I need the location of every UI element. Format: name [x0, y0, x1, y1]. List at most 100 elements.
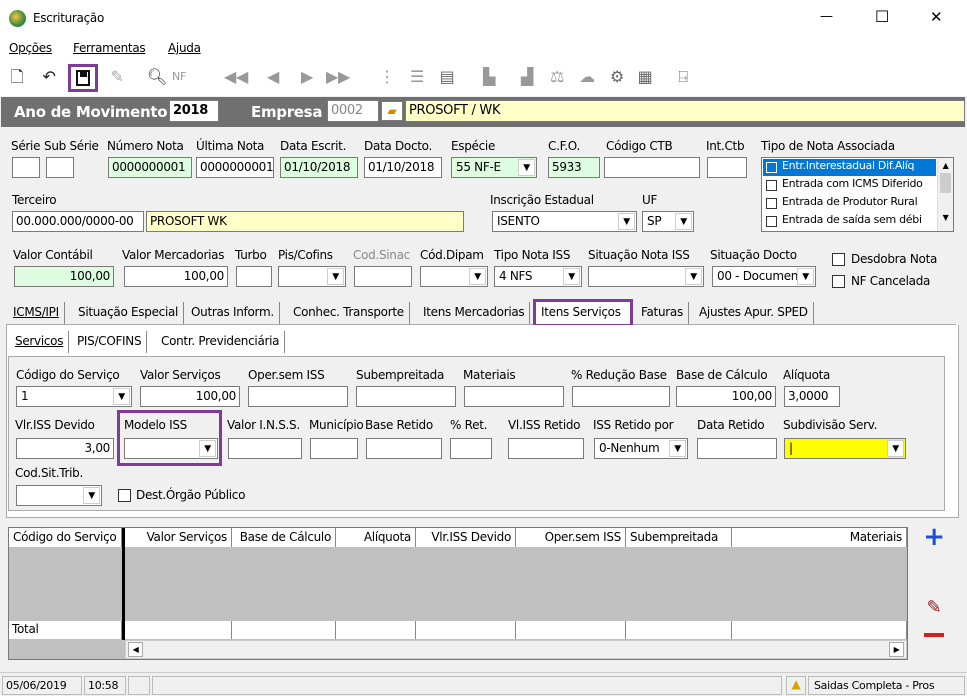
- subtab-servicos[interactable]: Servicos: [10, 331, 70, 353]
- list-checkbox[interactable]: [766, 198, 777, 209]
- year-field[interactable]: 2018: [169, 100, 219, 122]
- dtdocto-field[interactable]: 01/10/2018: [364, 157, 442, 178]
- last-icon[interactable]: ▶▶: [326, 66, 350, 88]
- subemp-field[interactable]: [356, 386, 456, 407]
- subserie-field[interactable]: [46, 157, 74, 178]
- grid-hscrollbar[interactable]: ◀ ▶: [125, 640, 907, 659]
- cloud-icon[interactable]: ☁: [576, 66, 598, 88]
- codserv-select[interactable]: 1 ▼: [16, 386, 132, 407]
- tree-icon[interactable]: ⋮: [376, 66, 398, 88]
- tab-itens-mercadorias[interactable]: Itens Mercadorias: [418, 302, 531, 324]
- dtretido-field[interactable]: [697, 438, 777, 459]
- list-icon[interactable]: ☰: [406, 66, 428, 88]
- minimize-button[interactable]: —: [820, 9, 833, 24]
- basecalc-field[interactable]: 100,00: [676, 386, 776, 407]
- menu-ferramentas[interactable]: Ferramentas: [73, 41, 146, 55]
- tab-icms-ipi[interactable]: ICMS/IPI: [8, 302, 65, 324]
- tool-icon[interactable]: ✎: [106, 66, 128, 88]
- folder-icon[interactable]: ▰: [381, 101, 403, 121]
- list-item[interactable]: Entrada de Produtor Rural: [763, 195, 936, 212]
- tiponotaiss-select[interactable]: 4 NFS ▼: [494, 266, 582, 287]
- serie-field[interactable]: [12, 157, 40, 178]
- list-item[interactable]: Entrada com ICMS Diferido: [763, 177, 936, 194]
- list-checkbox[interactable]: [766, 162, 777, 173]
- pret-field[interactable]: [450, 438, 492, 459]
- vlissretido-field[interactable]: [508, 438, 584, 459]
- intctb-field[interactable]: [707, 157, 747, 178]
- grid-header[interactable]: Alíquota: [336, 528, 416, 547]
- sitnotaiss-select[interactable]: ▼: [588, 266, 704, 287]
- grid-header[interactable]: Base de Cálculo: [232, 528, 336, 547]
- truck-icon[interactable]: ▟: [516, 66, 538, 88]
- valinss-field[interactable]: [228, 438, 302, 459]
- new-document-icon[interactable]: 🗋: [6, 66, 28, 88]
- terceiro-code-field[interactable]: 00.000.000/0000-00: [12, 211, 144, 232]
- preview-icon[interactable]: 🔍︎: [146, 66, 168, 88]
- table-icon[interactable]: ▦: [634, 66, 656, 88]
- maximize-button[interactable]: ☐: [875, 7, 889, 26]
- scroll-left-icon[interactable]: ◀: [128, 642, 143, 657]
- sitdocto-select[interactable]: 00 - Documen ▼: [712, 266, 816, 287]
- uf-select[interactable]: SP ▼: [642, 211, 694, 232]
- tipo-nota-list[interactable]: Entr.Interestadual Dif.Alíq Entrada com …: [761, 157, 954, 232]
- tab-ajustes-sped[interactable]: Ajustes Apur. SPED: [694, 302, 814, 324]
- nfe-icon[interactable]: NF: [168, 66, 190, 88]
- remove-row-icon[interactable]: [924, 633, 944, 637]
- tab-faturas[interactable]: Faturas: [636, 302, 689, 324]
- nfcancelada-checkbox[interactable]: [832, 275, 845, 288]
- codctb-field[interactable]: [604, 157, 700, 178]
- grid-header[interactable]: Materiais: [732, 528, 907, 547]
- numnota-field[interactable]: 0000000001: [108, 157, 192, 178]
- menu-ajuda[interactable]: Ajuda: [168, 41, 201, 55]
- first-icon[interactable]: ◀◀: [224, 66, 248, 88]
- close-button[interactable]: ✕: [930, 8, 943, 26]
- list-item[interactable]: Entr.Interestadual Dif.Alíq: [763, 159, 936, 176]
- vmerc-field[interactable]: 100,00: [124, 266, 228, 287]
- tab-conhec-transporte[interactable]: Conhec. Transporte: [288, 302, 410, 324]
- grid-header[interactable]: Subempreitada: [626, 528, 732, 547]
- especie-select[interactable]: 55 NF-E ▼: [451, 157, 537, 178]
- save-icon[interactable]: [68, 64, 98, 92]
- redbase-field[interactable]: [572, 386, 670, 407]
- next-icon[interactable]: ▶: [296, 66, 318, 88]
- factory-icon[interactable]: ▙: [478, 66, 500, 88]
- grid-header[interactable]: Valor Serviços: [125, 528, 232, 547]
- report-icon[interactable]: ▤: [436, 66, 458, 88]
- issretpor-select[interactable]: 0-Nenhum ▼: [594, 438, 688, 459]
- aliquota-field[interactable]: 3,0000: [784, 386, 840, 407]
- edit-row-icon[interactable]: ✎: [922, 597, 946, 618]
- scale-icon[interactable]: ⚖: [546, 66, 568, 88]
- tab-situacao-especial[interactable]: Situação Especial: [73, 302, 185, 324]
- piscofins-select[interactable]: ▼: [278, 266, 346, 287]
- modeloiss-select[interactable]: ▼: [124, 438, 218, 459]
- baseretido-field[interactable]: [366, 438, 442, 459]
- list-checkbox[interactable]: [766, 216, 777, 227]
- menu-opcoes[interactable]: Opções: [9, 41, 52, 55]
- add-row-icon[interactable]: +: [922, 524, 946, 550]
- grid-header[interactable]: Código do Serviço: [9, 528, 122, 547]
- codsittrib-select[interactable]: ▼: [16, 485, 102, 506]
- company-code-field[interactable]: 0002: [327, 100, 379, 122]
- grid-header[interactable]: Oper.sem ISS: [516, 528, 626, 547]
- subtab-pis-cofins[interactable]: PIS/COFINS: [72, 331, 148, 353]
- scroll-right-icon[interactable]: ▶: [889, 642, 904, 657]
- ie-select[interactable]: ISENTO ▼: [492, 211, 637, 232]
- grid-header[interactable]: Vlr.ISS Devido: [416, 528, 516, 547]
- undo-icon[interactable]: ↶: [38, 66, 60, 88]
- destorgao-checkbox[interactable]: [118, 489, 131, 502]
- coddipam-select[interactable]: ▼: [420, 266, 488, 287]
- exit-icon[interactable]: ⍈: [672, 66, 694, 88]
- municipio-field[interactable]: [310, 438, 358, 459]
- prev-icon[interactable]: ◀: [262, 66, 284, 88]
- vcontabil-field[interactable]: 100,00: [14, 266, 114, 287]
- list-checkbox[interactable]: [766, 180, 777, 191]
- desdobra-checkbox[interactable]: [832, 253, 845, 266]
- subtab-contr-prev[interactable]: Contr. Previdenciária: [156, 331, 286, 353]
- dtescrit-field[interactable]: 01/10/2018: [280, 157, 358, 178]
- subdivisao-select[interactable]: | ▼: [784, 438, 906, 459]
- opersem-field[interactable]: [248, 386, 348, 407]
- tab-outras-inform[interactable]: Outras Inform.: [186, 302, 280, 324]
- cb-icon[interactable]: ⚙: [606, 66, 628, 88]
- tab-itens-servicos[interactable]: Itens Serviços: [533, 299, 633, 327]
- turbo-field[interactable]: [236, 266, 272, 287]
